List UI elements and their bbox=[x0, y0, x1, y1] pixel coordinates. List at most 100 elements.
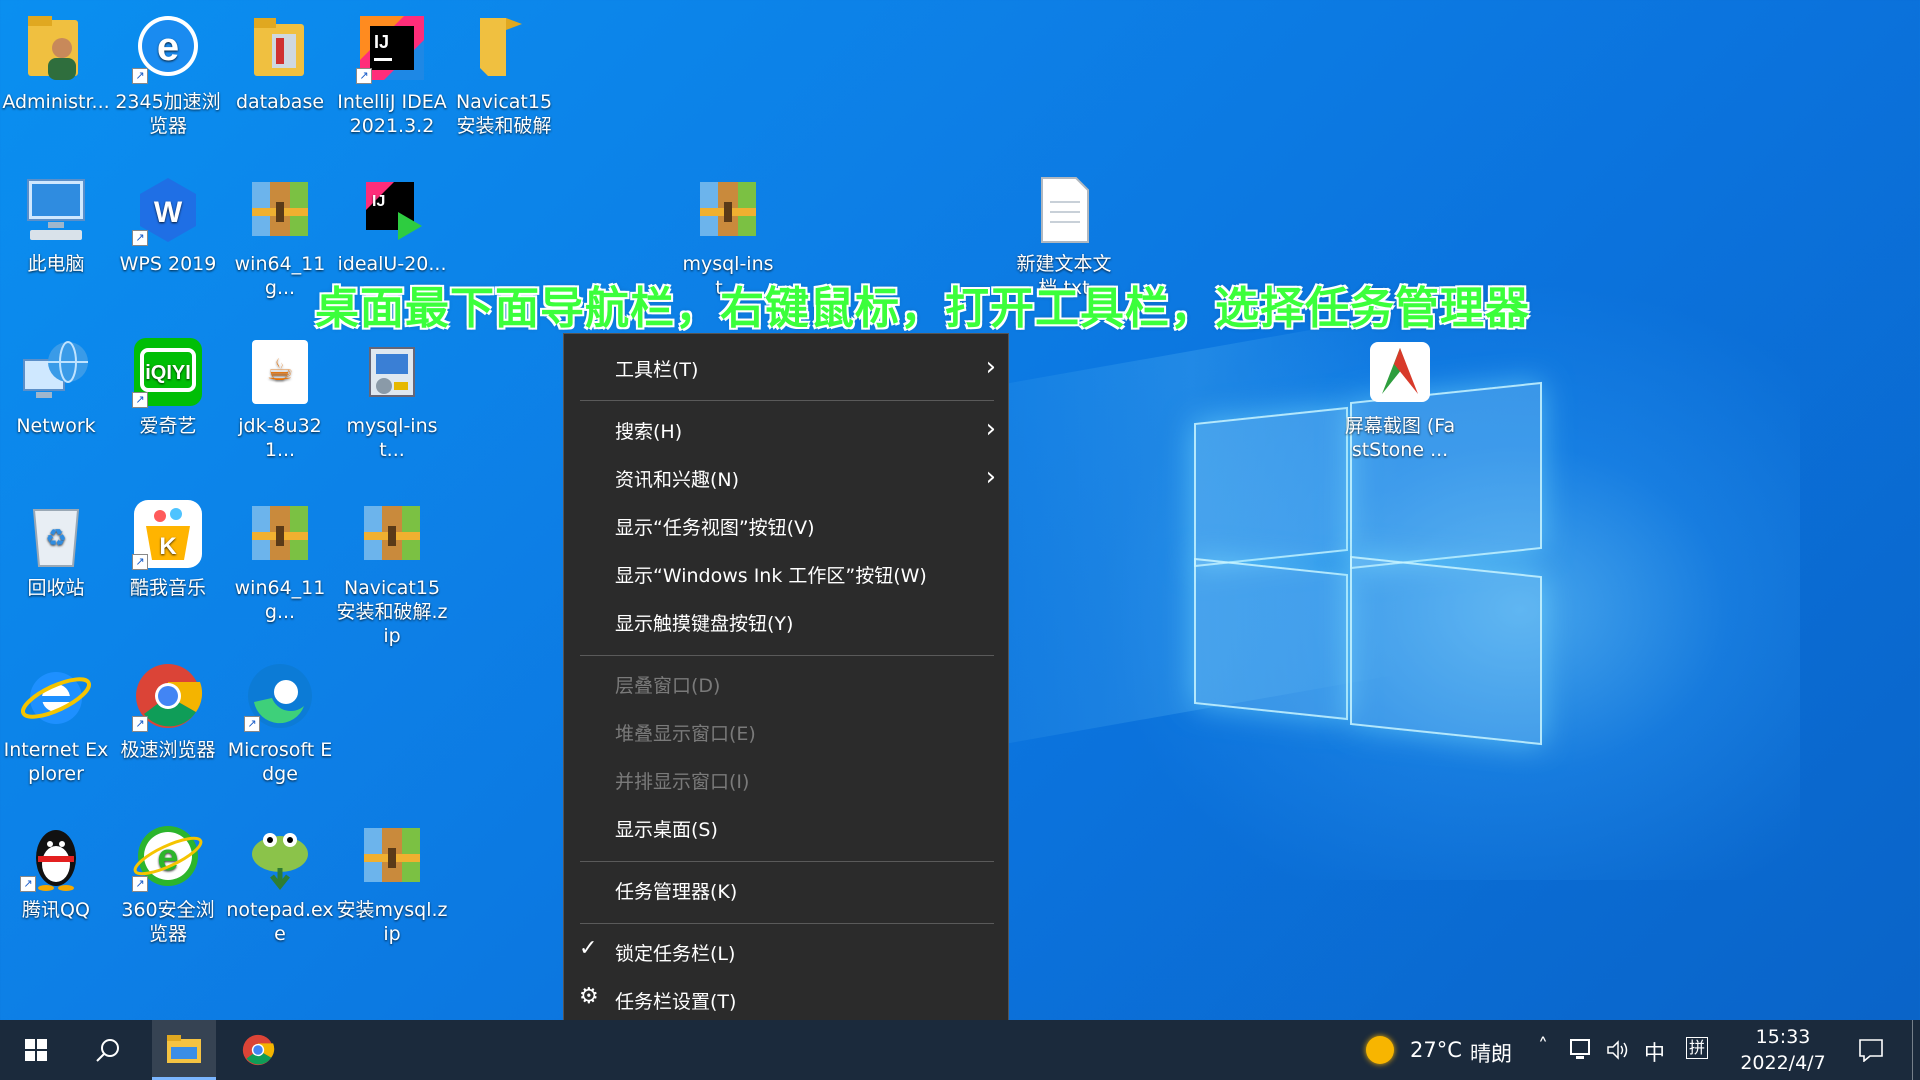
windows-start-icon bbox=[25, 1039, 47, 1061]
taskbar-chrome[interactable] bbox=[226, 1020, 290, 1080]
icon-label: Internet Explorer bbox=[3, 739, 109, 785]
iqiyi-icon: iQIYI ↗ bbox=[130, 334, 206, 410]
folder-icon bbox=[466, 10, 542, 86]
desktop-icon-database[interactable]: database bbox=[224, 10, 336, 114]
icon-label: notepad.exe bbox=[226, 899, 334, 945]
shortcut-arrow-icon: ↗ bbox=[132, 230, 148, 246]
notepad-plus-plus-icon bbox=[242, 818, 318, 894]
ime-language-indicator[interactable]: 中 bbox=[1644, 1037, 1665, 1067]
desktop-icon-win64-11g-b[interactable]: win64_11g... bbox=[224, 496, 336, 624]
kuwo-music-icon: K ↗ bbox=[130, 496, 206, 572]
taskbar-file-explorer[interactable] bbox=[152, 1020, 216, 1080]
icon-label: 回收站 bbox=[27, 577, 85, 599]
desktop-icon-internet-explorer[interactable]: Internet Explorer bbox=[0, 658, 112, 786]
intellij-installer-icon: IJ bbox=[354, 172, 430, 248]
desktop-icon-360-browser[interactable]: e ↗ 360安全浏览器 bbox=[112, 818, 224, 946]
desktop-icon-mysql-installer[interactable]: mysql-inst... bbox=[336, 334, 448, 462]
360-browser-icon: e ↗ bbox=[130, 818, 206, 894]
chevron-right-icon: › bbox=[985, 462, 996, 492]
svg-text:IJ: IJ bbox=[372, 193, 385, 210]
show-desktop-button[interactable] bbox=[1912, 1020, 1920, 1080]
desktop-icon-qq[interactable]: ↗ 腾讯QQ bbox=[0, 818, 112, 922]
internet-explorer-icon bbox=[18, 658, 94, 734]
desktop-icon-wps[interactable]: W ↗ WPS 2019 bbox=[112, 172, 224, 276]
menu-item-label: 资讯和兴趣(N) bbox=[615, 469, 740, 491]
chevron-right-icon: › bbox=[985, 352, 996, 382]
chevron-up-icon[interactable]: ˄ bbox=[1538, 1034, 1548, 1058]
desktop-icon-iqiyi[interactable]: iQIYI ↗ 爱奇艺 bbox=[112, 334, 224, 438]
shortcut-arrow-icon: ↗ bbox=[132, 876, 148, 892]
desktop-icon-kuwo[interactable]: K ↗ 酷我音乐 bbox=[112, 496, 224, 600]
desktop-icon-faststone[interactable]: 屏幕截图 (FastStone ... bbox=[1344, 334, 1456, 462]
search-button[interactable] bbox=[72, 1020, 144, 1080]
taskbar-context-menu: 工具栏(T) › 搜索(H) › 资讯和兴趣(N) › 显示“任务视图”按钮(V… bbox=[563, 333, 1009, 1020]
desktop-icon-mysql-zip[interactable]: 安装mysql.zip bbox=[336, 818, 448, 946]
menu-item-label: 并排显示窗口(I) bbox=[615, 771, 750, 793]
desktop-icon-administrator[interactable]: Administr... bbox=[0, 10, 112, 114]
menu-item-show-desktop[interactable]: 显示桌面(S) bbox=[564, 804, 1008, 850]
2345-browser-icon: e ↗ bbox=[130, 10, 206, 86]
ime-mode-indicator[interactable]: 拼 bbox=[1686, 1037, 1709, 1059]
desktop-icon-2345-browser[interactable]: e ↗ 2345加速浏览器 bbox=[112, 10, 224, 138]
icon-label: 2345加速浏览器 bbox=[115, 91, 221, 137]
desktop-icon-navicat-zip[interactable]: Navicat15安装和破解.zip bbox=[336, 496, 448, 648]
desktop-icon-intellij[interactable]: IJ ↗ IntelliJ IDEA 2021.3.2 bbox=[336, 10, 448, 138]
menu-separator bbox=[580, 923, 994, 924]
weather-widget[interactable]: 27°C 晴朗 bbox=[1362, 1020, 1522, 1080]
recycle-bin-icon: ♻ bbox=[18, 496, 94, 572]
svg-text:IJ: IJ bbox=[374, 32, 389, 52]
faststone-capture-icon bbox=[1362, 334, 1438, 410]
menu-item-windows-ink[interactable]: 显示“Windows Ink 工作区”按钮(W) bbox=[564, 550, 1008, 596]
network-status-icon[interactable] bbox=[1570, 1039, 1594, 1061]
icon-label: Navicat15安装和破解 bbox=[455, 91, 553, 137]
menu-item-label: 显示“任务视图”按钮(V) bbox=[615, 517, 815, 539]
volume-icon[interactable] bbox=[1606, 1039, 1630, 1061]
menu-item-task-manager[interactable]: 任务管理器(K) bbox=[564, 866, 1008, 912]
desktop-icon-navicat-folder[interactable]: Navicat15安装和破解 bbox=[448, 10, 560, 138]
clock[interactable]: 15:33 2022/4/7 bbox=[1728, 1024, 1838, 1076]
icon-label: Microsoft Edge bbox=[227, 739, 333, 785]
svg-text:K: K bbox=[159, 533, 177, 560]
desktop-icon-chrome[interactable]: ↗ 极速浏览器 bbox=[112, 658, 224, 762]
desktop-icon-idealu[interactable]: IJ idealU-20... bbox=[336, 172, 448, 276]
icon-label: 此电脑 bbox=[27, 253, 85, 275]
menu-item-task-view[interactable]: 显示“任务视图”按钮(V) bbox=[564, 502, 1008, 548]
menu-item-news[interactable]: 资讯和兴趣(N) › bbox=[564, 454, 1008, 500]
text-file-icon bbox=[1026, 172, 1102, 248]
menu-item-stack: 堆叠显示窗口(E) bbox=[564, 708, 1008, 754]
svg-text:e: e bbox=[157, 25, 179, 69]
menu-item-side-by-side: 并排显示窗口(I) bbox=[564, 756, 1008, 802]
menu-separator bbox=[580, 861, 994, 862]
menu-item-taskbar-settings[interactable]: ⚙ 任务栏设置(T) bbox=[564, 976, 1008, 1020]
menu-item-lock-taskbar[interactable]: ✓ 锁定任务栏(L) bbox=[564, 928, 1008, 974]
icon-label: 腾讯QQ bbox=[22, 899, 90, 921]
shortcut-arrow-icon: ↗ bbox=[132, 554, 148, 570]
weather-description: 晴朗 bbox=[1470, 1042, 1512, 1066]
icon-label: 酷我音乐 bbox=[129, 577, 206, 599]
archive-icon bbox=[242, 172, 318, 248]
chevron-right-icon: › bbox=[985, 414, 996, 444]
menu-item-cascade: 层叠窗口(D) bbox=[564, 660, 1008, 706]
notification-center-icon[interactable] bbox=[1858, 1038, 1884, 1062]
menu-item-toolbars[interactable]: 工具栏(T) › bbox=[564, 344, 1008, 390]
icon-label: 爱奇艺 bbox=[139, 415, 197, 437]
archive-icon bbox=[354, 496, 430, 572]
menu-item-touch-keyboard[interactable]: 显示触摸键盘按钮(Y) bbox=[564, 598, 1008, 644]
menu-item-search[interactable]: 搜索(H) › bbox=[564, 406, 1008, 452]
menu-separator bbox=[580, 655, 994, 656]
desktop-icon-this-pc[interactable]: 此电脑 bbox=[0, 172, 112, 276]
taskbar[interactable]: 27°C 晴朗 ˄ 中 拼 15:33 2022/4/7 bbox=[0, 1020, 1920, 1080]
checkmark-icon: ✓ bbox=[579, 936, 598, 961]
desktop-icon-notepad[interactable]: notepad.exe bbox=[224, 818, 336, 946]
icon-label: IntelliJ IDEA 2021.3.2 bbox=[337, 91, 447, 137]
icon-label: Navicat15安装和破解.zip bbox=[336, 577, 448, 647]
start-button[interactable] bbox=[0, 1020, 72, 1080]
menu-item-label: 搜索(H) bbox=[615, 421, 683, 443]
desktop-icon-edge[interactable]: ↗ Microsoft Edge bbox=[224, 658, 336, 786]
desktop-icon-jdk[interactable]: ☕ jdk-8u321... bbox=[224, 334, 336, 462]
desktop-icon-network[interactable]: Network bbox=[0, 334, 112, 438]
desktop: Administr... 此电脑 Network ♻ 回收站 Internet … bbox=[0, 0, 1920, 1020]
qq-penguin-icon: ↗ bbox=[18, 818, 94, 894]
desktop-icon-recycle-bin[interactable]: ♻ 回收站 bbox=[0, 496, 112, 600]
menu-item-label: 层叠窗口(D) bbox=[615, 675, 721, 697]
